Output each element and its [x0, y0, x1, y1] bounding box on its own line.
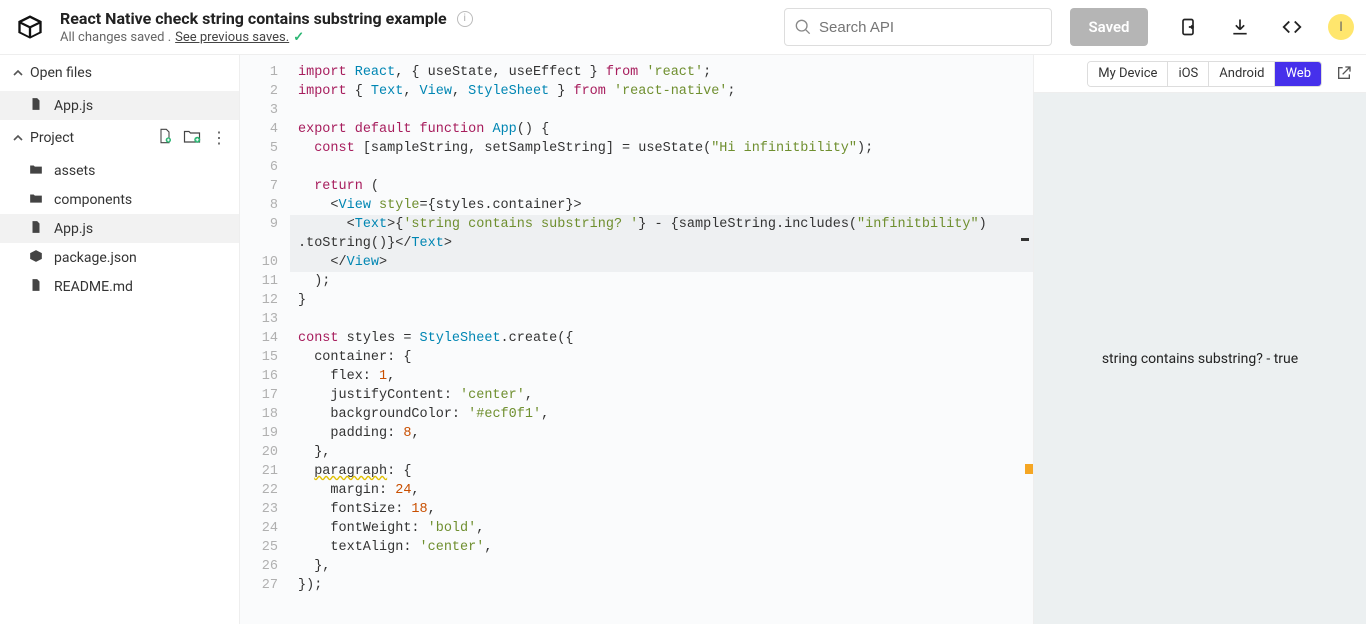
- search-input[interactable]: [819, 19, 1041, 36]
- code-line[interactable]: });: [298, 576, 1033, 595]
- project-header[interactable]: Project ⋮: [0, 120, 239, 156]
- code-line[interactable]: </View>: [290, 253, 1033, 272]
- file-icon: [28, 162, 44, 180]
- code-line[interactable]: fontWeight: 'bold',: [298, 519, 1033, 538]
- tree-item-label: README.md: [54, 279, 133, 295]
- saved-button[interactable]: Saved: [1070, 8, 1148, 46]
- tree-item[interactable]: assets: [0, 156, 239, 185]
- code-line[interactable]: import { Text, View, StyleSheet } from '…: [298, 82, 1033, 101]
- code-line[interactable]: import React, { useState, useEffect } fr…: [298, 63, 1033, 82]
- search-icon: [795, 19, 811, 35]
- info-icon[interactable]: i: [457, 11, 473, 27]
- preview-output: string contains substring? - true: [1034, 93, 1366, 624]
- code-line[interactable]: backgroundColor: '#ecf0f1',: [298, 405, 1033, 424]
- tree-item[interactable]: components: [0, 185, 239, 214]
- preview-panel: My DeviceiOSAndroidWeb string contains s…: [1033, 55, 1366, 624]
- code-line[interactable]: const styles = StyleSheet.create({: [298, 329, 1033, 348]
- file-icon: [28, 191, 44, 209]
- code-line[interactable]: justifyContent: 'center',: [298, 386, 1033, 405]
- open-files-header[interactable]: Open files: [0, 55, 239, 91]
- code-line[interactable]: padding: 8,: [298, 424, 1033, 443]
- line-gutter: 1234567891011121314151617181920212223242…: [240, 55, 290, 624]
- expo-logo-icon[interactable]: [14, 11, 46, 43]
- new-file-icon[interactable]: [157, 128, 173, 148]
- code-area[interactable]: import React, { useState, useEffect } fr…: [290, 55, 1033, 624]
- file-icon: [28, 97, 44, 115]
- previous-saves-link[interactable]: See previous saves.: [175, 30, 289, 45]
- file-label: App.js: [54, 98, 93, 114]
- code-line[interactable]: }: [298, 291, 1033, 310]
- minimap-warning-icon: [1025, 464, 1033, 474]
- chevron-up-icon: [12, 67, 24, 79]
- code-line[interactable]: export default function App() {: [298, 120, 1033, 139]
- code-line[interactable]: },: [298, 443, 1033, 462]
- device-icon[interactable]: [1176, 15, 1200, 39]
- tree-item-label: App.js: [54, 221, 93, 237]
- tree-item-label: package.json: [54, 250, 137, 266]
- header: React Native check string contains subst…: [0, 0, 1366, 55]
- open-file-item[interactable]: App.js: [0, 91, 239, 120]
- open-external-icon[interactable]: [1336, 65, 1354, 83]
- code-line[interactable]: [298, 310, 1033, 329]
- tree-item-label: assets: [54, 163, 95, 179]
- file-icon: [28, 220, 44, 238]
- code-line[interactable]: textAlign: 'center',: [298, 538, 1033, 557]
- code-line[interactable]: const [sampleString, setSampleString] = …: [298, 139, 1033, 158]
- code-line[interactable]: .toString()}</Text>: [290, 234, 1033, 253]
- platform-bar: My DeviceiOSAndroidWeb: [1034, 55, 1366, 93]
- avatar[interactable]: I: [1328, 14, 1354, 40]
- embed-icon[interactable]: [1280, 15, 1304, 39]
- new-folder-icon[interactable]: [183, 128, 201, 148]
- file-icon: [28, 278, 44, 296]
- code-line[interactable]: <View style={styles.container}>: [298, 196, 1033, 215]
- minimap-cursor-icon: [1021, 238, 1029, 241]
- tree-item[interactable]: README.md: [0, 272, 239, 301]
- search-input-wrapper[interactable]: [784, 8, 1052, 46]
- project-title[interactable]: React Native check string contains subst…: [60, 9, 447, 28]
- sidebar: Open files App.js Project ⋮ assets compon…: [0, 55, 240, 624]
- code-editor[interactable]: 1234567891011121314151617181920212223242…: [240, 55, 1033, 624]
- tree-item[interactable]: App.js: [0, 214, 239, 243]
- code-line[interactable]: [298, 101, 1033, 120]
- file-icon: [28, 249, 44, 267]
- platform-tab[interactable]: Web: [1275, 62, 1321, 86]
- code-line[interactable]: <Text>{'string contains substring? '} - …: [290, 215, 1033, 234]
- platform-tab[interactable]: iOS: [1168, 62, 1209, 86]
- code-line[interactable]: fontSize: 18,: [298, 500, 1033, 519]
- chevron-up-icon: [12, 132, 24, 144]
- check-icon: ✓: [293, 30, 304, 45]
- save-status-text: All changes saved .: [60, 30, 171, 45]
- open-files-label: Open files: [30, 65, 92, 81]
- tree-item-label: components: [54, 192, 132, 208]
- download-icon[interactable]: [1228, 15, 1252, 39]
- code-line[interactable]: );: [298, 272, 1033, 291]
- code-line[interactable]: paragraph: {: [298, 462, 1033, 481]
- tree-item[interactable]: package.json: [0, 243, 239, 272]
- code-line[interactable]: flex: 1,: [298, 367, 1033, 386]
- title-block: React Native check string contains subst…: [60, 9, 473, 45]
- project-label: Project: [30, 130, 74, 146]
- code-line[interactable]: margin: 24,: [298, 481, 1033, 500]
- platform-tab[interactable]: My Device: [1088, 62, 1168, 86]
- code-line[interactable]: [298, 158, 1033, 177]
- platform-tab[interactable]: Android: [1209, 62, 1275, 86]
- more-icon[interactable]: ⋮: [211, 130, 227, 146]
- platform-tabs: My DeviceiOSAndroidWeb: [1087, 61, 1322, 87]
- code-line[interactable]: container: {: [298, 348, 1033, 367]
- code-line[interactable]: return (: [298, 177, 1033, 196]
- code-line[interactable]: },: [298, 557, 1033, 576]
